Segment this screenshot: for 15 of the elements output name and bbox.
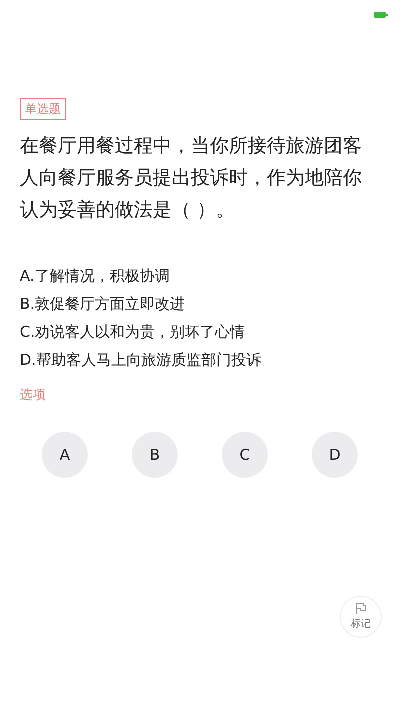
option-text: C.劝说客人以和为贵，别坏了心情	[20, 322, 246, 343]
question-text: 在餐厅用餐过程中，当你所接待旅游团客人向餐厅服务员提出投诉时，作为地陪你认为妥善的做法是（ ）。	[20, 134, 363, 223]
answer-button[interactable]: A	[42, 432, 88, 478]
question-type-tag: 单选题	[20, 98, 66, 120]
option-text: B.敦促餐厅方面立即改进	[20, 294, 186, 315]
answer-button[interactable]: B	[132, 432, 178, 478]
answer-button[interactable]: D	[312, 432, 358, 478]
options-label: 选项	[20, 387, 46, 404]
option-text: A.了解情况，积极协调	[20, 266, 171, 287]
answer-button[interactable]: C	[222, 432, 268, 478]
mark-label: 标记	[351, 618, 371, 631]
battery-icon	[374, 11, 388, 19]
option-text: D.帮助客人马上向旅游质监部门投诉	[20, 350, 262, 371]
flag-icon	[355, 603, 367, 615]
mark-button[interactable]: 标记	[340, 596, 382, 638]
